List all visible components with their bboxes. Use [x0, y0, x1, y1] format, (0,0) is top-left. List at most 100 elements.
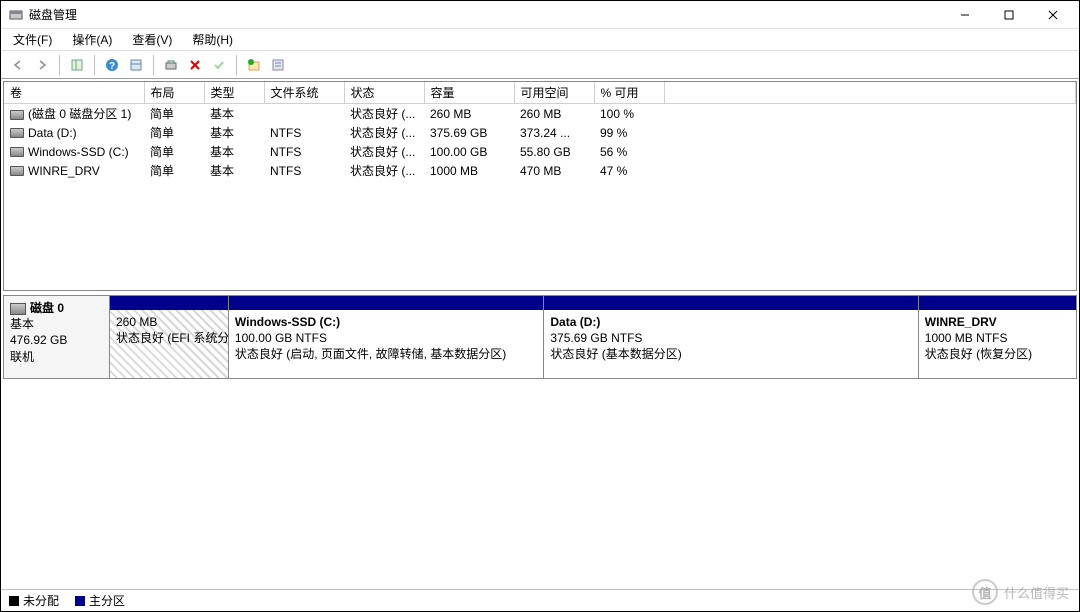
settings-button[interactable] [125, 54, 147, 76]
forward-button[interactable] [31, 54, 53, 76]
menu-help[interactable]: 帮助(H) [184, 29, 241, 50]
swatch-unallocated [9, 596, 19, 606]
title-bar: 磁盘管理 [1, 1, 1079, 29]
volume-list[interactable]: 卷 布局 类型 文件系统 状态 容量 可用空间 % 可用 (磁盘 0 磁盘分区 … [3, 81, 1077, 291]
vol-fs: NTFS [264, 161, 344, 180]
partition-size: 100.00 GB NTFS [235, 331, 327, 345]
vol-status: 状态良好 (... [344, 104, 424, 124]
vol-cap: 1000 MB [424, 161, 514, 180]
window-title: 磁盘管理 [29, 6, 77, 23]
partition-block[interactable]: WINRE_DRV1000 MB NTFS状态良好 (恢复分区) [919, 296, 1076, 378]
partition-block[interactable]: Data (D:) 375.69 GB NTFS 状态良好 (基本数据分区) [544, 296, 918, 378]
show-hide-button[interactable] [66, 54, 88, 76]
legend-label-primary: 主分区 [89, 592, 125, 609]
disk-type: 基本 [10, 316, 103, 332]
volume-icon [10, 147, 24, 157]
vol-layout: 简单 [144, 142, 204, 161]
legend-unallocated: 未分配 [9, 592, 59, 609]
help-button[interactable]: ? [101, 54, 123, 76]
partition-block[interactable]: Windows-SSD (C:) 100.00 GB NTFS 状态良好 (启动, … [229, 296, 544, 378]
vol-pct: 47 % [594, 161, 664, 180]
vol-status: 状态良好 (... [344, 142, 424, 161]
delete-icon[interactable] [184, 54, 206, 76]
vol-cap: 375.69 GB [424, 123, 514, 142]
disk-info[interactable]: 磁盘 0 基本 476.92 GB 联机 [4, 296, 110, 378]
vol-cap: 100.00 GB [424, 142, 514, 161]
minimize-button[interactable] [943, 1, 987, 29]
col-type[interactable]: 类型 [204, 82, 264, 104]
maximize-button[interactable] [987, 1, 1031, 29]
disk-state: 联机 [10, 349, 103, 365]
vol-status: 状态良好 (... [344, 161, 424, 180]
volume-icon [10, 166, 24, 176]
vol-type: 基本 [204, 142, 264, 161]
partition-status: 状态良好 (基本数据分区) [550, 347, 681, 361]
col-capacity[interactable]: 容量 [424, 82, 514, 104]
toolbar-separator [153, 55, 154, 75]
partition-block[interactable]: 260 MB 状态良好 (EFI 系统分区) [110, 296, 229, 378]
partition-size: 375.69 GB NTFS [550, 331, 642, 345]
col-free[interactable]: 可用空间 [514, 82, 594, 104]
table-row[interactable]: Data (D:)简单基本NTFS状态良好 (...375.69 GB373.2… [4, 123, 1076, 142]
partition-title: Data (D:) [550, 315, 600, 329]
vol-type: 基本 [204, 104, 264, 124]
list-button[interactable] [267, 54, 289, 76]
toolbar-separator [236, 55, 237, 75]
toolbar-separator [59, 55, 60, 75]
table-row[interactable]: WINRE_DRV 简单基本NTFS状态良好 (...1000 MB470 MB4… [4, 161, 1076, 180]
legend-label-unallocated: 未分配 [23, 592, 59, 609]
menu-bar: 文件(F) 操作(A) 查看(V) 帮助(H) [1, 29, 1079, 51]
volume-icon [10, 128, 24, 138]
vol-pct: 99 % [594, 123, 664, 142]
app-icon [9, 8, 23, 22]
vol-pct: 100 % [594, 104, 664, 124]
vol-layout: 简单 [144, 161, 204, 180]
disk-graphical-view: 磁盘 0 基本 476.92 GB 联机 260 MB 状态良好 (EFI 系统分… [1, 293, 1079, 589]
menu-action[interactable]: 操作(A) [64, 29, 120, 50]
partition-status: 状态良好 (启动, 页面文件, 故障转储, 基本数据分区) [235, 347, 506, 361]
col-status[interactable]: 状态 [344, 82, 424, 104]
table-row[interactable]: (磁盘 0 磁盘分区 1)简单基本状态良好 (...260 MB260 MB10… [4, 104, 1076, 124]
partition-status: 状态良好 (恢复分区) [925, 347, 1032, 361]
partition-header [544, 296, 917, 310]
vol-name: (磁盘 0 磁盘分区 1) [28, 107, 131, 121]
disk-row: 磁盘 0 基本 476.92 GB 联机 260 MB 状态良好 (EFI 系统分… [3, 295, 1077, 379]
create-button[interactable] [243, 54, 265, 76]
vol-status: 状态良好 (... [344, 123, 424, 142]
menu-view[interactable]: 查看(V) [124, 29, 180, 50]
vol-name: Windows-SSD (C:) [28, 145, 129, 159]
vol-name: Data (D:) [28, 126, 77, 140]
col-layout[interactable]: 布局 [144, 82, 204, 104]
vol-type: 基本 [204, 123, 264, 142]
refresh-button[interactable] [160, 54, 182, 76]
col-spacer [664, 82, 1076, 104]
column-header-row: 卷 布局 类型 文件系统 状态 容量 可用空间 % 可用 [4, 82, 1076, 104]
vol-free: 55.80 GB [514, 142, 594, 161]
col-fs[interactable]: 文件系统 [264, 82, 344, 104]
check-icon[interactable] [208, 54, 230, 76]
disk-icon [10, 303, 26, 315]
vol-cap: 260 MB [424, 104, 514, 124]
vol-free: 260 MB [514, 104, 594, 124]
disk-label: 磁盘 0 [30, 301, 64, 315]
vol-pct: 56 % [594, 142, 664, 161]
col-volume[interactable]: 卷 [4, 82, 144, 104]
partition-size: 260 MB [116, 315, 157, 329]
table-row[interactable]: Windows-SSD (C:) 简单基本NTFS状态良好 (...100.00 … [4, 142, 1076, 161]
vol-name: WINRE_DRV [28, 164, 100, 178]
close-button[interactable] [1031, 1, 1075, 29]
vol-fs: NTFS [264, 123, 344, 142]
menu-file[interactable]: 文件(F) [5, 29, 60, 50]
partition-header [110, 296, 228, 310]
partition-title: Windows-SSD (C:) [235, 315, 340, 329]
back-button[interactable] [7, 54, 29, 76]
vol-fs [264, 104, 344, 124]
partition-status: 状态良好 (EFI 系统分区) [116, 331, 228, 345]
vol-type: 基本 [204, 161, 264, 180]
vol-free: 470 MB [514, 161, 594, 180]
partition-bar: 260 MB 状态良好 (EFI 系统分区) Windows-SSD (C:) 100… [110, 296, 1076, 378]
toolbar-separator [94, 55, 95, 75]
vol-fs: NTFS [264, 142, 344, 161]
col-pct[interactable]: % 可用 [594, 82, 664, 104]
toolbar: ? [1, 51, 1079, 79]
